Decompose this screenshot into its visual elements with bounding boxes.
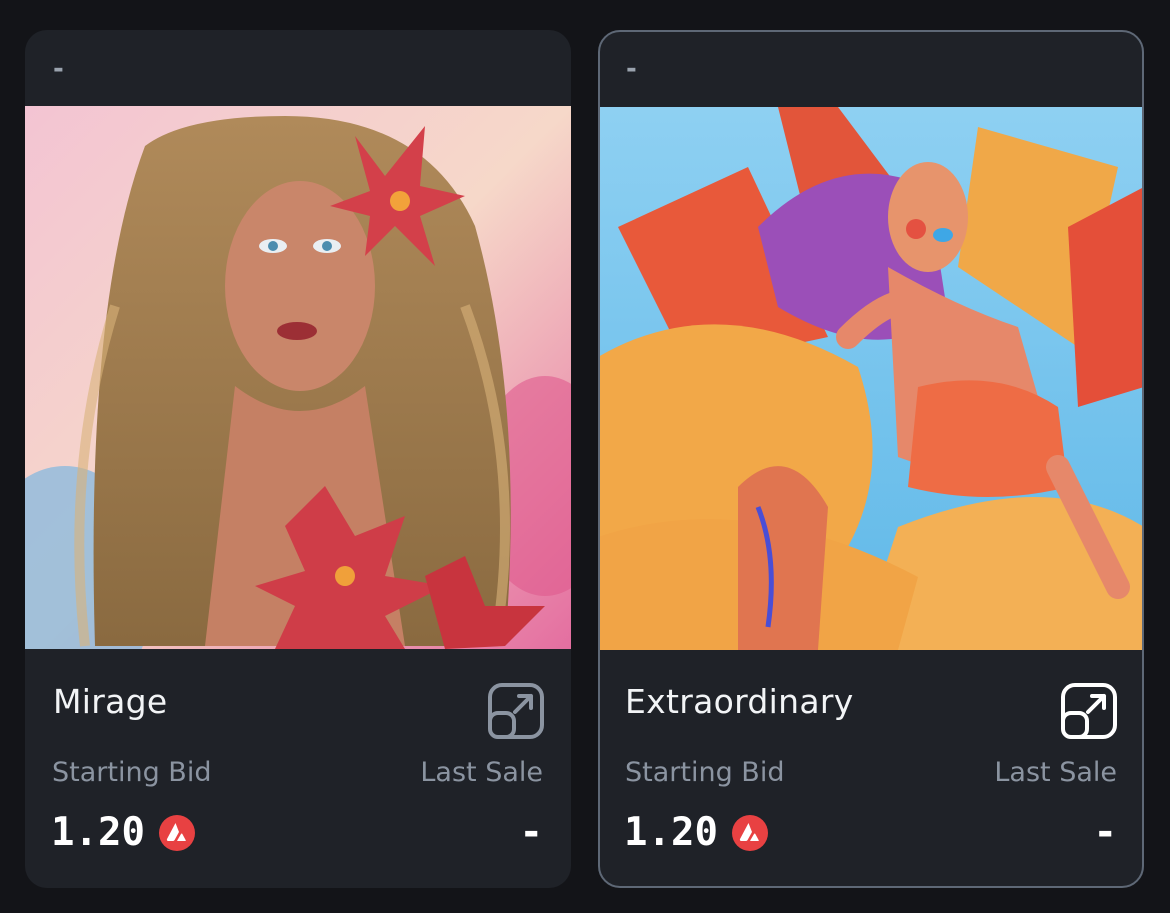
last-sale-value: -	[519, 810, 543, 855]
starting-bid-value: 1.20	[624, 810, 768, 855]
starting-bid-value: 1.20	[51, 810, 195, 855]
nft-title: Extraordinary	[625, 682, 854, 721]
last-sale-label: Last Sale	[420, 757, 543, 788]
last-sale-value: -	[1093, 810, 1117, 855]
card-top-label: -	[53, 54, 64, 84]
avax-icon	[158, 814, 195, 851]
nft-card-extraordinary[interactable]: - Extraordinary Starting Bid Last Sale 1…	[598, 30, 1144, 888]
card-top-label: -	[626, 54, 637, 84]
external-link-icon[interactable]	[1060, 682, 1118, 740]
starting-bid-amount: 1.20	[624, 810, 718, 855]
nft-artwork-image[interactable]	[25, 106, 571, 649]
external-link-icon[interactable]	[487, 682, 545, 740]
nft-card-mirage[interactable]: - Mirage Starting Bid Last Sale 1.20 -	[25, 30, 571, 888]
nft-title: Mirage	[53, 682, 168, 721]
card-header: -	[600, 32, 1142, 108]
starting-bid-amount: 1.20	[51, 810, 145, 855]
card-header: -	[25, 30, 571, 106]
nft-artwork-image[interactable]	[600, 107, 1142, 650]
last-sale-label: Last Sale	[994, 757, 1117, 788]
avax-icon	[731, 814, 768, 851]
starting-bid-label: Starting Bid	[52, 757, 212, 788]
starting-bid-label: Starting Bid	[625, 757, 785, 788]
